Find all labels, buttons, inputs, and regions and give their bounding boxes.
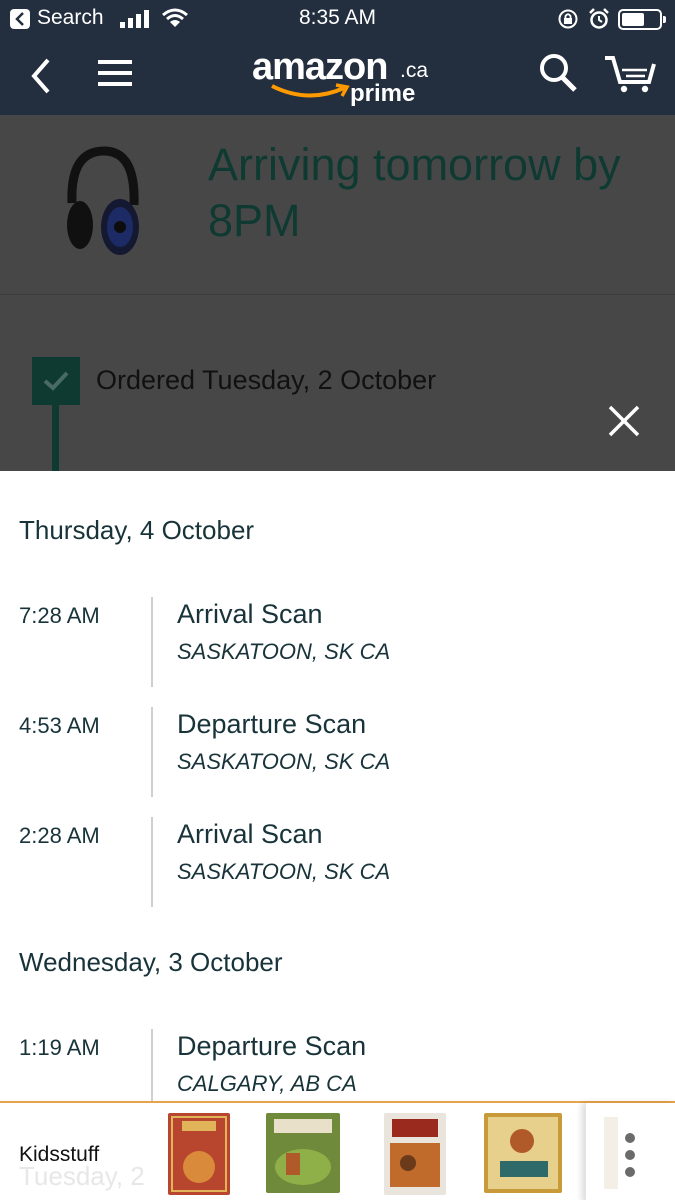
event-status: Arrival Scan — [177, 599, 323, 629]
alarm-icon — [589, 8, 609, 29]
event-divider — [151, 707, 153, 797]
event-time: 1:19 AM — [19, 1035, 100, 1060]
arrival-heading: Arriving tomorrow by 8PM — [208, 139, 621, 246]
product-headphones-image — [67, 146, 139, 255]
cart-icon[interactable] — [603, 54, 657, 94]
strip-label: Kidsstuff — [19, 1143, 100, 1166]
amazon-prime-logo[interactable]: amazon .ca prime — [252, 46, 432, 108]
divider — [0, 294, 675, 295]
event-location: SASKATOON, SK CA — [177, 639, 391, 664]
event-location: SASKATOON, SK CA — [177, 859, 391, 884]
tracking-details-sheet: Thursday, 4 October 7:28 AM Arrival Scan… — [0, 471, 675, 1101]
shipment-summary-overlay: Arriving tomorrow by 8PM Ordered Tuesday… — [0, 115, 675, 471]
search-icon[interactable] — [538, 52, 578, 94]
app-navbar: amazon .ca prime — [0, 38, 675, 115]
logo-prime: prime — [350, 80, 416, 107]
close-icon[interactable] — [606, 403, 642, 439]
event-time: 4:53 AM — [19, 713, 100, 738]
progress-line — [52, 405, 59, 471]
ordered-date: Ordered Tuesday, 2 October — [96, 365, 437, 395]
product-thumb-munchkin[interactable] — [484, 1113, 562, 1193]
day-heading: Wednesday, 3 October — [19, 947, 283, 977]
battery-icon — [618, 9, 666, 30]
ordered-check-icon — [32, 357, 80, 405]
product-thumb-power-princess[interactable] — [168, 1113, 230, 1195]
event-divider — [151, 817, 153, 907]
event-status: Departure Scan — [177, 1031, 367, 1061]
event-divider — [151, 1029, 153, 1101]
more-options-icon[interactable] — [624, 1133, 636, 1177]
product-thumb-small-world[interactable] — [266, 1113, 340, 1193]
event-location: SASKATOON, SK CA — [177, 749, 391, 774]
event-status: Departure Scan — [177, 709, 367, 739]
recommendation-strip: Tuesday, 2 Kidsstuff — [0, 1101, 675, 1200]
event-divider — [151, 597, 153, 687]
event-time: 2:28 AM — [19, 823, 100, 848]
event-status: Arrival Scan — [177, 819, 323, 849]
rotation-lock-icon — [558, 9, 578, 29]
menu-icon[interactable] — [98, 58, 132, 88]
event-location: CALGARY, AB CA — [177, 1071, 357, 1096]
back-icon[interactable] — [28, 56, 54, 96]
day-heading: Thursday, 4 October — [19, 515, 255, 545]
product-thumb-edge-of-empire[interactable] — [384, 1113, 446, 1195]
smile-arrow-icon — [271, 83, 350, 98]
event-time: 7:28 AM — [19, 603, 100, 628]
partial-product-thumb[interactable] — [604, 1117, 618, 1189]
status-bar: Search 8:35 AM — [0, 0, 675, 38]
